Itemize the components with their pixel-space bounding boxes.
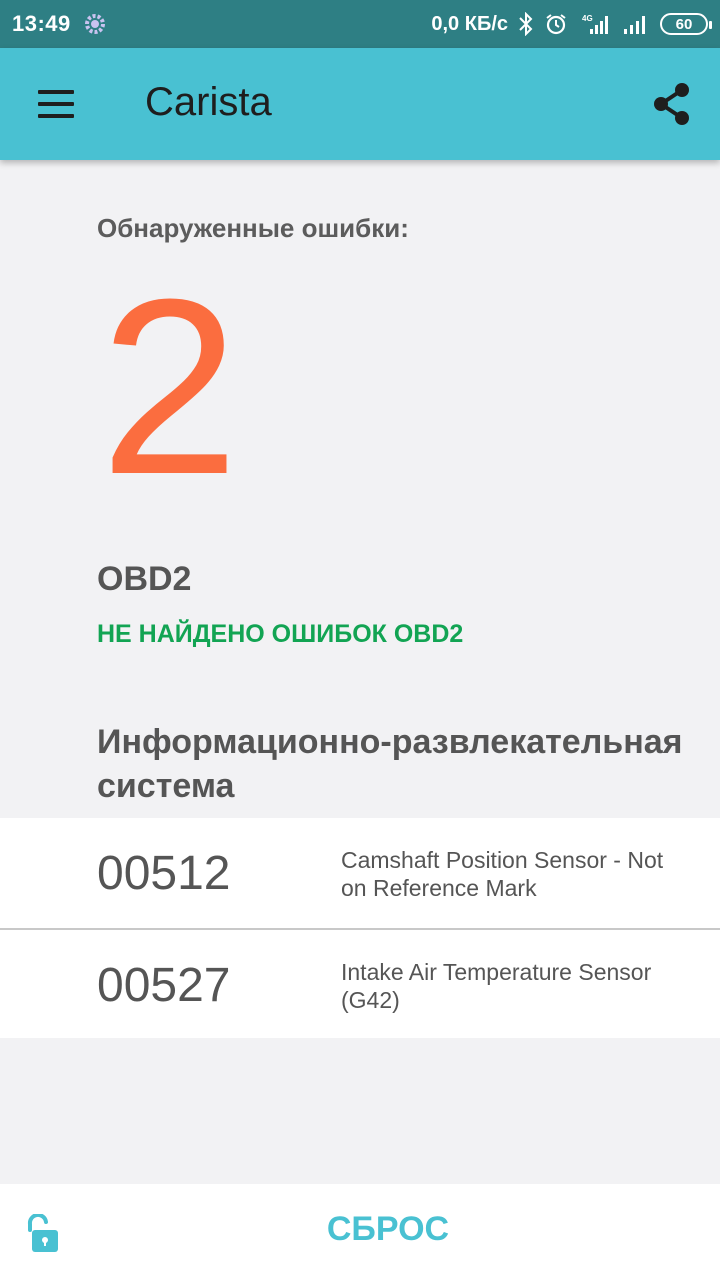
- menu-icon[interactable]: [38, 90, 74, 118]
- svg-text:4G: 4G: [582, 14, 593, 23]
- alarm-icon: [544, 12, 568, 36]
- share-icon[interactable]: [652, 82, 692, 126]
- infotainment-section-title: Информационно-развлекательная система: [97, 723, 683, 805]
- fault-code: 00527: [97, 959, 231, 1012]
- detected-errors-label: Обнаруженные ошибки:: [97, 213, 409, 243]
- signal-icon: [622, 12, 650, 36]
- status-bar: 13:49 0,0 КБ/с 4G 60: [0, 0, 720, 48]
- app-title: Carista: [145, 80, 272, 124]
- signal-4g-icon: 4G: [578, 12, 612, 36]
- fault-description: Camshaft Position Sensor - Not on Refere…: [341, 847, 664, 901]
- fault-description: Intake Air Temperature Sensor (G42): [341, 959, 652, 1013]
- obd-status: НЕ НАЙДЕНО ОШИБОК OBD2: [97, 620, 464, 648]
- error-count: 2: [100, 247, 240, 526]
- fault-code: 00512: [97, 847, 231, 900]
- fault-row[interactable]: 00512 Camshaft Position Sensor - Not on …: [0, 818, 720, 928]
- reset-button[interactable]: СБРОС: [0, 1210, 720, 1249]
- bluetooth-icon: [518, 12, 534, 36]
- fault-list: 00512 Camshaft Position Sensor - Not on …: [0, 818, 720, 1038]
- fault-row[interactable]: 00527 Intake Air Temperature Sensor (G42…: [0, 928, 720, 1038]
- battery-icon: 60: [660, 13, 712, 35]
- obd-section-title: OBD2: [97, 560, 192, 598]
- settings-gear-icon: [83, 12, 107, 36]
- bottom-bar: СБРОС: [0, 1184, 720, 1280]
- status-time: 13:49: [12, 11, 71, 36]
- app-bar: Carista: [0, 48, 720, 160]
- network-speed: 0,0 КБ/с: [431, 12, 508, 35]
- battery-level: 60: [675, 15, 693, 33]
